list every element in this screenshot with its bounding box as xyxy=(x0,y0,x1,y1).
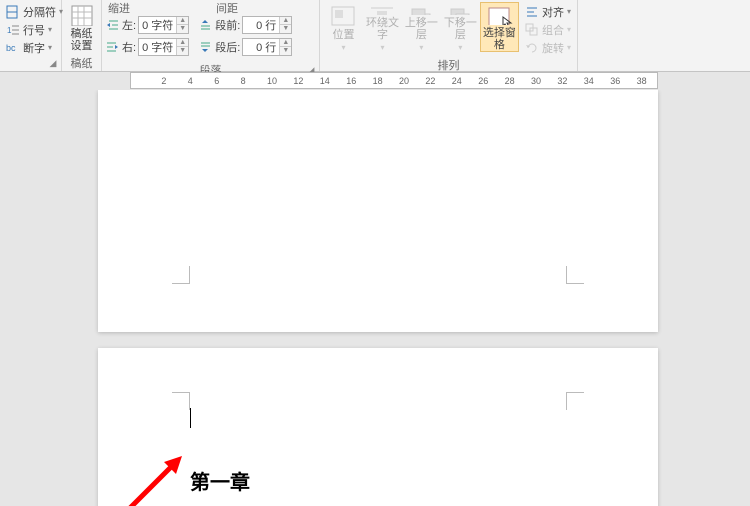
ruler-tick: 20 xyxy=(399,76,409,86)
ruler-tick: 38 xyxy=(637,76,647,86)
rotate-icon xyxy=(525,41,539,55)
wrap-text-button: 环绕文 字▾ xyxy=(363,2,402,52)
wrap-icon xyxy=(368,4,396,15)
space-before-icon xyxy=(199,18,213,32)
dialog-launcher-icon[interactable]: ◢ xyxy=(47,58,59,70)
indent-right-icon xyxy=(106,40,120,54)
space-after-icon xyxy=(199,40,213,54)
align-menu[interactable]: 对齐 ▾ xyxy=(523,4,573,19)
ruler-tick: 32 xyxy=(557,76,567,86)
bring-forward-button: 上移一层▾ xyxy=(402,2,441,52)
text-cursor xyxy=(190,408,191,428)
ruler-tick: 4 xyxy=(188,76,193,86)
space-before-input[interactable]: 0 行▲▼ xyxy=(242,16,292,34)
line-numbers-menu[interactable]: 1行号 ▾ xyxy=(4,22,65,37)
spacing-heading: 间距 xyxy=(216,0,316,16)
ribbon: 分隔符 ▾ 1行号 ▾ bc断字 ▾ ◢ 稿纸 设置 稿纸 缩进 间距 左:0 … xyxy=(0,0,750,72)
indent-right-input[interactable]: 0 字符▲▼ xyxy=(138,38,189,56)
space-after-input[interactable]: 0 行▲▼ xyxy=(242,38,292,56)
group-label-arrange: 排列 xyxy=(320,57,577,73)
manuscript-icon xyxy=(68,4,96,26)
ruler-tick: 28 xyxy=(505,76,515,86)
indent-left-icon xyxy=(106,18,120,32)
ruler-track: 2468101214161820222426283032343638 xyxy=(130,72,658,89)
page-break-icon xyxy=(6,5,20,19)
ruler-tick: 14 xyxy=(320,76,330,86)
send-backward-button: 下移一层▾ xyxy=(441,2,480,52)
annotation-arrow xyxy=(122,456,182,506)
position-icon xyxy=(329,4,357,27)
horizontal-ruler[interactable]: 2468101214161820222426283032343638 xyxy=(0,72,750,90)
forward-icon xyxy=(407,4,435,15)
ruler-tick: 8 xyxy=(241,76,246,86)
page-2: 第一章 xyxy=(98,348,658,506)
ruler-tick: 30 xyxy=(531,76,541,86)
breaks-menu[interactable]: 分隔符 ▾ xyxy=(4,4,65,19)
line-number-icon: 1 xyxy=(6,23,20,37)
ruler-tick: 2 xyxy=(161,76,166,86)
ruler-tick: 16 xyxy=(346,76,356,86)
ruler-tick: 36 xyxy=(610,76,620,86)
ruler-tick: 6 xyxy=(214,76,219,86)
group-menu: 组合 ▾ xyxy=(523,22,573,37)
selection-pane-button[interactable]: 选择窗格 xyxy=(480,2,519,52)
ruler-tick: 24 xyxy=(452,76,462,86)
hyphenation-menu[interactable]: bc断字 ▾ xyxy=(4,40,65,55)
hyphen-icon: bc xyxy=(6,41,20,55)
selection-pane-icon xyxy=(485,5,513,25)
svg-text:bc: bc xyxy=(6,43,16,53)
position-button: 位置▾ xyxy=(324,2,363,52)
ruler-tick: 26 xyxy=(478,76,488,86)
chapter-heading[interactable]: 第一章 xyxy=(190,466,250,495)
rotate-menu: 旋转 ▾ xyxy=(523,40,573,55)
document-area[interactable]: 第一章 xyxy=(0,90,750,506)
align-icon xyxy=(525,5,539,19)
group-icon xyxy=(525,23,539,37)
ruler-tick: 22 xyxy=(425,76,435,86)
indent-heading: 缩进 xyxy=(106,0,206,16)
ruler-tick: 18 xyxy=(373,76,383,86)
ruler-tick: 34 xyxy=(584,76,594,86)
group-label-manuscript: 稿纸 xyxy=(62,55,101,71)
ruler-tick: 10 xyxy=(267,76,277,86)
indent-left-input[interactable]: 0 字符▲▼ xyxy=(138,16,189,34)
backward-icon xyxy=(446,4,474,15)
manuscript-paper-button[interactable]: 稿纸 设置 xyxy=(66,2,97,52)
ruler-tick: 12 xyxy=(293,76,303,86)
svg-text:1: 1 xyxy=(7,26,12,35)
page-1 xyxy=(98,90,658,332)
